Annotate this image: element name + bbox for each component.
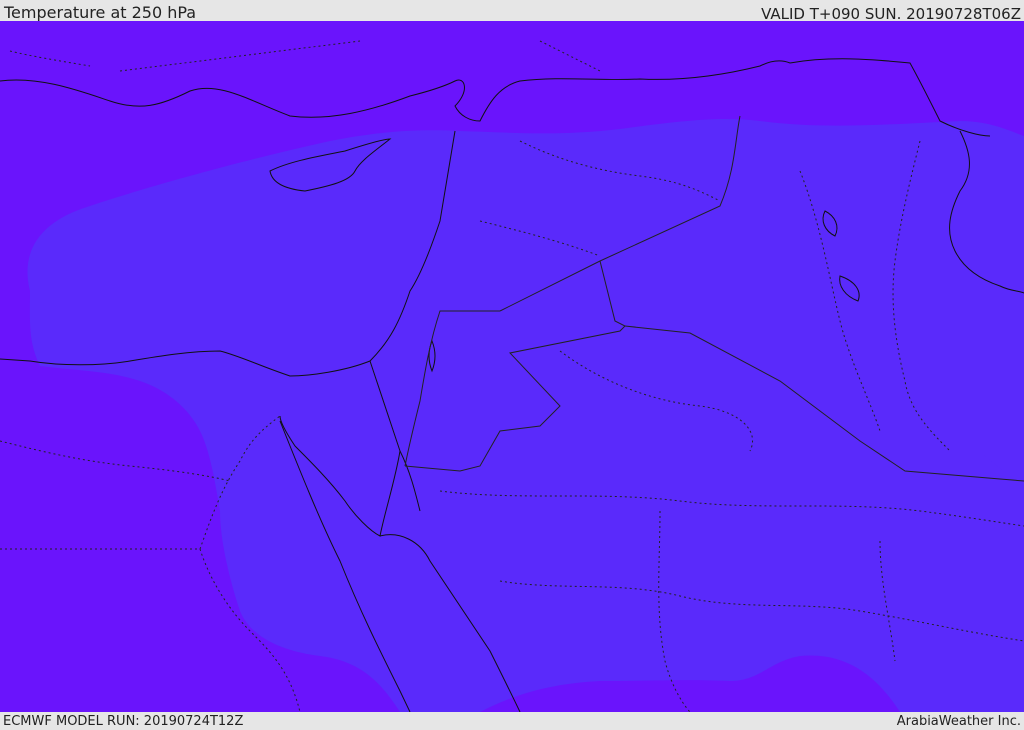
map-title: Temperature at 250 hPa: [4, 4, 196, 22]
header-bar: Temperature at 250 hPa VALID T+090 SUN. …: [0, 0, 1024, 21]
credit-text: ArabiaWeather Inc.: [897, 713, 1021, 730]
footer-bar: ECMWF MODEL RUN: 20190724T12Z ArabiaWeat…: [0, 712, 1024, 729]
cool-band-east: [980, 451, 1024, 712]
model-run: ECMWF MODEL RUN: 20190724T12Z: [3, 713, 243, 730]
temperature-map: [0, 21, 1024, 712]
map-view[interactable]: [0, 21, 1024, 712]
